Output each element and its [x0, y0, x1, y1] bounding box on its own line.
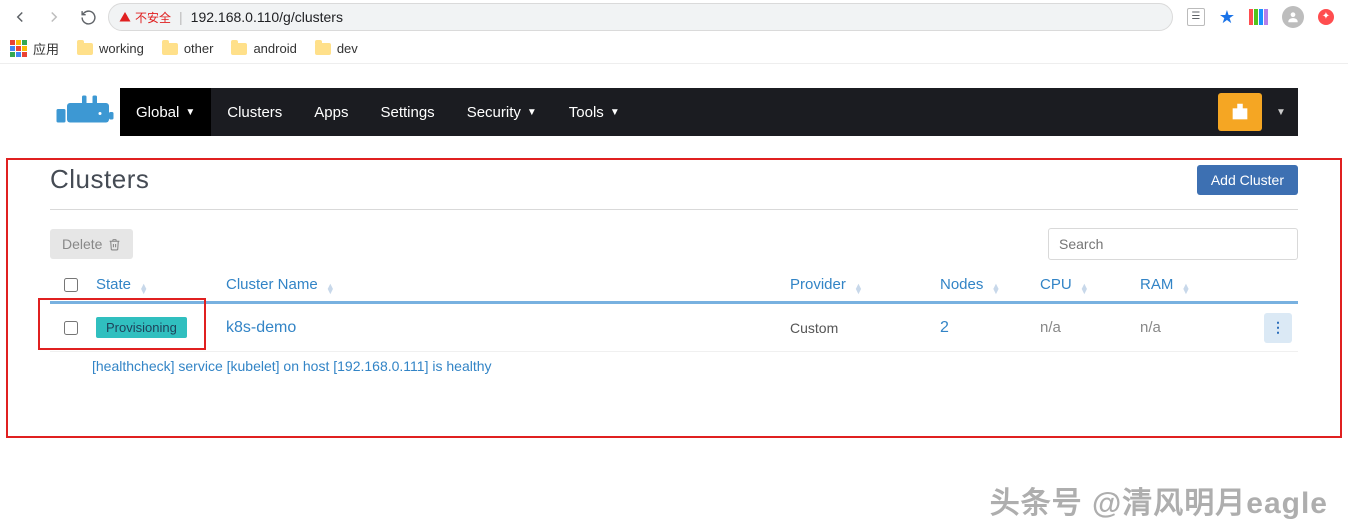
col-ram[interactable]: RAM ▲▼ [1134, 276, 1254, 294]
sort-icon: ▲▼ [992, 284, 1001, 294]
col-nodes[interactable]: Nodes ▲▼ [934, 276, 1034, 294]
col-checkbox [50, 275, 90, 295]
add-cluster-button[interactable]: Add Cluster [1197, 165, 1298, 195]
nav-label: Security [467, 104, 521, 121]
row-checkbox[interactable] [64, 321, 78, 335]
nav-label: Apps [314, 104, 348, 121]
apps-shortcut[interactable]: 应用 [10, 39, 59, 58]
sort-icon: ▲▼ [139, 284, 148, 294]
bookmark-android[interactable]: android [231, 41, 296, 56]
bookmark-label: android [253, 41, 296, 56]
delete-button[interactable]: Delete [50, 229, 133, 259]
ram-value: n/a [1140, 319, 1161, 336]
page-header: Clusters Add Cluster [50, 164, 1298, 210]
url-text: 192.168.0.110/g/clusters [191, 9, 343, 25]
cluster-name-link[interactable]: k8s-demo [226, 319, 296, 336]
profile-avatar-icon[interactable] [1282, 6, 1304, 28]
bookmark-star-icon[interactable]: ★ [1219, 7, 1235, 28]
delete-label: Delete [62, 236, 102, 252]
table-header: State ▲▼ Cluster Name ▲▼ Provider ▲▼ Nod… [50, 268, 1298, 304]
table-row: Provisioning k8s-demo Custom 2 n/a n/a [50, 304, 1298, 352]
col-label: Provider [790, 276, 846, 293]
nav-global[interactable]: Global ▼ [120, 88, 211, 136]
back-button[interactable] [6, 3, 34, 31]
reload-button[interactable] [74, 3, 102, 31]
cpu-value: n/a [1040, 319, 1061, 336]
nodes-link[interactable]: 2 [940, 319, 949, 336]
address-bar[interactable]: 不安全 | 192.168.0.110/g/clusters [108, 3, 1173, 31]
sort-icon: ▲▼ [1080, 284, 1089, 294]
bookmark-label: dev [337, 41, 358, 56]
nav-right: ▼ [1216, 88, 1298, 136]
col-cpu[interactable]: CPU ▲▼ [1034, 276, 1134, 294]
nav-settings[interactable]: Settings [364, 88, 450, 136]
bookmark-dev[interactable]: dev [315, 41, 358, 56]
nav-clusters[interactable]: Clusters [211, 88, 298, 136]
nav-label: Clusters [227, 104, 282, 121]
app-nav-wrap: Global ▼ Clusters Apps Settings Security… [50, 88, 1298, 136]
notification-badge-icon[interactable]: ✦ [1318, 9, 1334, 25]
nav-tools[interactable]: Tools ▼ [553, 88, 636, 136]
watermark-text: 头条号 @清风明月eagle [990, 478, 1328, 522]
rancher-logo[interactable] [50, 88, 120, 136]
col-state[interactable]: State ▲▼ [90, 276, 220, 294]
search-input[interactable] [1048, 228, 1298, 260]
col-label: RAM [1140, 276, 1173, 293]
folder-icon [162, 43, 178, 55]
folder-icon [315, 43, 331, 55]
chevron-down-icon: ▼ [185, 107, 195, 118]
row-actions-button[interactable]: ⋮ [1264, 313, 1292, 343]
browser-right-icons: ☰ ★ ✦ [1179, 6, 1342, 28]
app-nav: Global ▼ Clusters Apps Settings Security… [120, 88, 1298, 136]
bookmark-label: other [184, 41, 214, 56]
nav-label: Tools [569, 104, 604, 121]
nav-user-menu[interactable]: ▼ [1264, 88, 1298, 136]
sort-icon: ▲▼ [854, 284, 863, 294]
page-title: Clusters [50, 164, 149, 195]
insecure-label: 不安全 [135, 9, 171, 26]
col-label: Nodes [940, 276, 983, 293]
bookmarks-bar: 应用 working other android dev [0, 34, 1348, 64]
insecure-icon: 不安全 [119, 9, 171, 26]
provider-value: Custom [790, 320, 838, 336]
sort-icon: ▲▼ [1182, 284, 1191, 294]
col-label: State [96, 276, 131, 293]
omnibox-separator: | [179, 9, 183, 25]
col-name[interactable]: Cluster Name ▲▼ [220, 276, 784, 294]
nav-security[interactable]: Security ▼ [451, 88, 553, 136]
col-label: Cluster Name [226, 276, 318, 293]
nav-label: Settings [380, 104, 434, 121]
nav-label: Global [136, 104, 179, 121]
select-all-checkbox[interactable] [64, 278, 78, 292]
sort-icon: ▲▼ [326, 284, 335, 294]
apps-label: 应用 [33, 39, 59, 58]
translate-icon[interactable]: ☰ [1187, 8, 1205, 26]
forward-button[interactable] [40, 3, 68, 31]
col-label: CPU [1040, 276, 1072, 293]
extension-icon[interactable] [1249, 9, 1268, 25]
page-body: Clusters Add Cluster Delete State ▲▼ Clu… [50, 136, 1298, 392]
folder-icon [77, 43, 93, 55]
nav-apps[interactable]: Apps [298, 88, 364, 136]
bookmark-working[interactable]: working [77, 41, 144, 56]
folder-icon [231, 43, 247, 55]
row-subtext: [healthcheck] service [kubelet] on host … [50, 352, 1298, 392]
bookmark-label: working [99, 41, 144, 56]
browser-toolbar: 不安全 | 192.168.0.110/g/clusters ☰ ★ ✦ [0, 0, 1348, 34]
bookmark-other[interactable]: other [162, 41, 214, 56]
clusters-table: State ▲▼ Cluster Name ▲▼ Provider ▲▼ Nod… [50, 268, 1298, 392]
nav-notification-icon[interactable] [1218, 93, 1262, 131]
chevron-down-icon: ▼ [1276, 107, 1286, 118]
col-provider[interactable]: Provider ▲▼ [784, 276, 934, 294]
chevron-down-icon: ▼ [527, 107, 537, 118]
status-badge: Provisioning [96, 317, 187, 338]
chevron-down-icon: ▼ [610, 107, 620, 118]
apps-grid-icon [10, 40, 27, 57]
app-root: Global ▼ Clusters Apps Settings Security… [0, 88, 1348, 392]
table-toolbar: Delete [50, 228, 1298, 260]
trash-icon [108, 238, 121, 251]
